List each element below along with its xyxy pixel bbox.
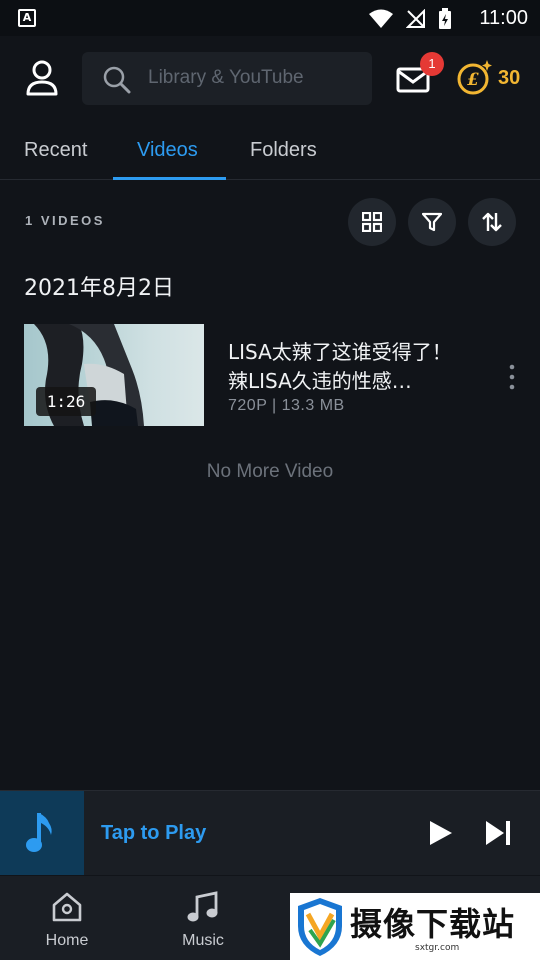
tap-to-play-label[interactable]: Tap to Play xyxy=(101,822,206,845)
nav-music[interactable]: Music xyxy=(158,890,248,950)
nav-home-label: Home xyxy=(45,932,89,949)
svg-text:£: £ xyxy=(467,70,479,90)
video-thumbnail[interactable]: 1:26 xyxy=(24,324,204,426)
mail-badge: 1 xyxy=(420,52,444,76)
tab-bar: Recent Videos Folders xyxy=(0,124,540,180)
status-bar: A 11:00 xyxy=(0,0,540,36)
video-title: LISA太辣了这谁受得了！辣LISA久违的性感… xyxy=(228,340,452,393)
clock: 11:00 xyxy=(479,7,528,29)
wifi-icon xyxy=(369,9,393,28)
app-notification-icon: A xyxy=(18,9,36,27)
more-options-icon[interactable] xyxy=(502,362,522,392)
video-duration: 1:26 xyxy=(36,387,96,416)
active-tab-indicator xyxy=(113,177,226,180)
no-more-video-text: No More Video xyxy=(206,461,334,482)
filter-button[interactable] xyxy=(408,198,456,246)
nav-music-label: Music xyxy=(182,932,224,949)
video-list-item[interactable]: 1:26 LISA太辣了这谁受得了！辣LISA久违的性感… 720P | 13.… xyxy=(24,324,524,426)
play-icon[interactable] xyxy=(425,818,455,848)
skip-next-icon[interactable] xyxy=(484,818,514,848)
coin-count: 30 xyxy=(498,67,521,89)
filter-icon xyxy=(422,212,442,232)
watermark-url: sxtgr.com xyxy=(415,943,460,953)
video-meta: 720P | 13.3 MB xyxy=(228,397,345,414)
tab-recent[interactable]: Recent xyxy=(24,139,87,162)
date-heading: 2021年8月2日 xyxy=(24,276,174,301)
watermark: 摄像下载站 sxtgr.com xyxy=(290,893,540,960)
top-bar: Library & YouTube 1 £ 30 xyxy=(0,36,540,124)
sort-icon xyxy=(482,212,502,232)
battery-charging-icon xyxy=(439,8,451,29)
watermark-text: 摄像下载站 xyxy=(350,905,516,943)
mini-player[interactable]: Tap to Play xyxy=(0,790,540,875)
grid-icon xyxy=(362,212,382,232)
profile-icon[interactable] xyxy=(22,58,62,98)
sort-button[interactable] xyxy=(468,198,516,246)
grid-view-button[interactable] xyxy=(348,198,396,246)
nav-home[interactable]: Home xyxy=(22,890,112,950)
video-count-label: 1 VIDEOS xyxy=(25,213,105,228)
mini-player-artwork xyxy=(0,791,84,875)
tab-folders[interactable]: Folders xyxy=(250,139,317,162)
home-icon xyxy=(52,892,82,922)
search-icon xyxy=(103,66,131,94)
status-icons xyxy=(368,8,452,30)
no-signal-icon xyxy=(406,9,425,28)
shield-logo-icon xyxy=(298,898,342,956)
music-note-icon xyxy=(26,813,52,852)
search-bar[interactable]: Library & YouTube xyxy=(82,52,372,105)
music-note-icon xyxy=(187,891,218,922)
tab-videos[interactable]: Videos xyxy=(137,139,198,162)
search-placeholder: Library & YouTube xyxy=(148,67,304,88)
coin-icon[interactable]: £ xyxy=(456,60,492,96)
